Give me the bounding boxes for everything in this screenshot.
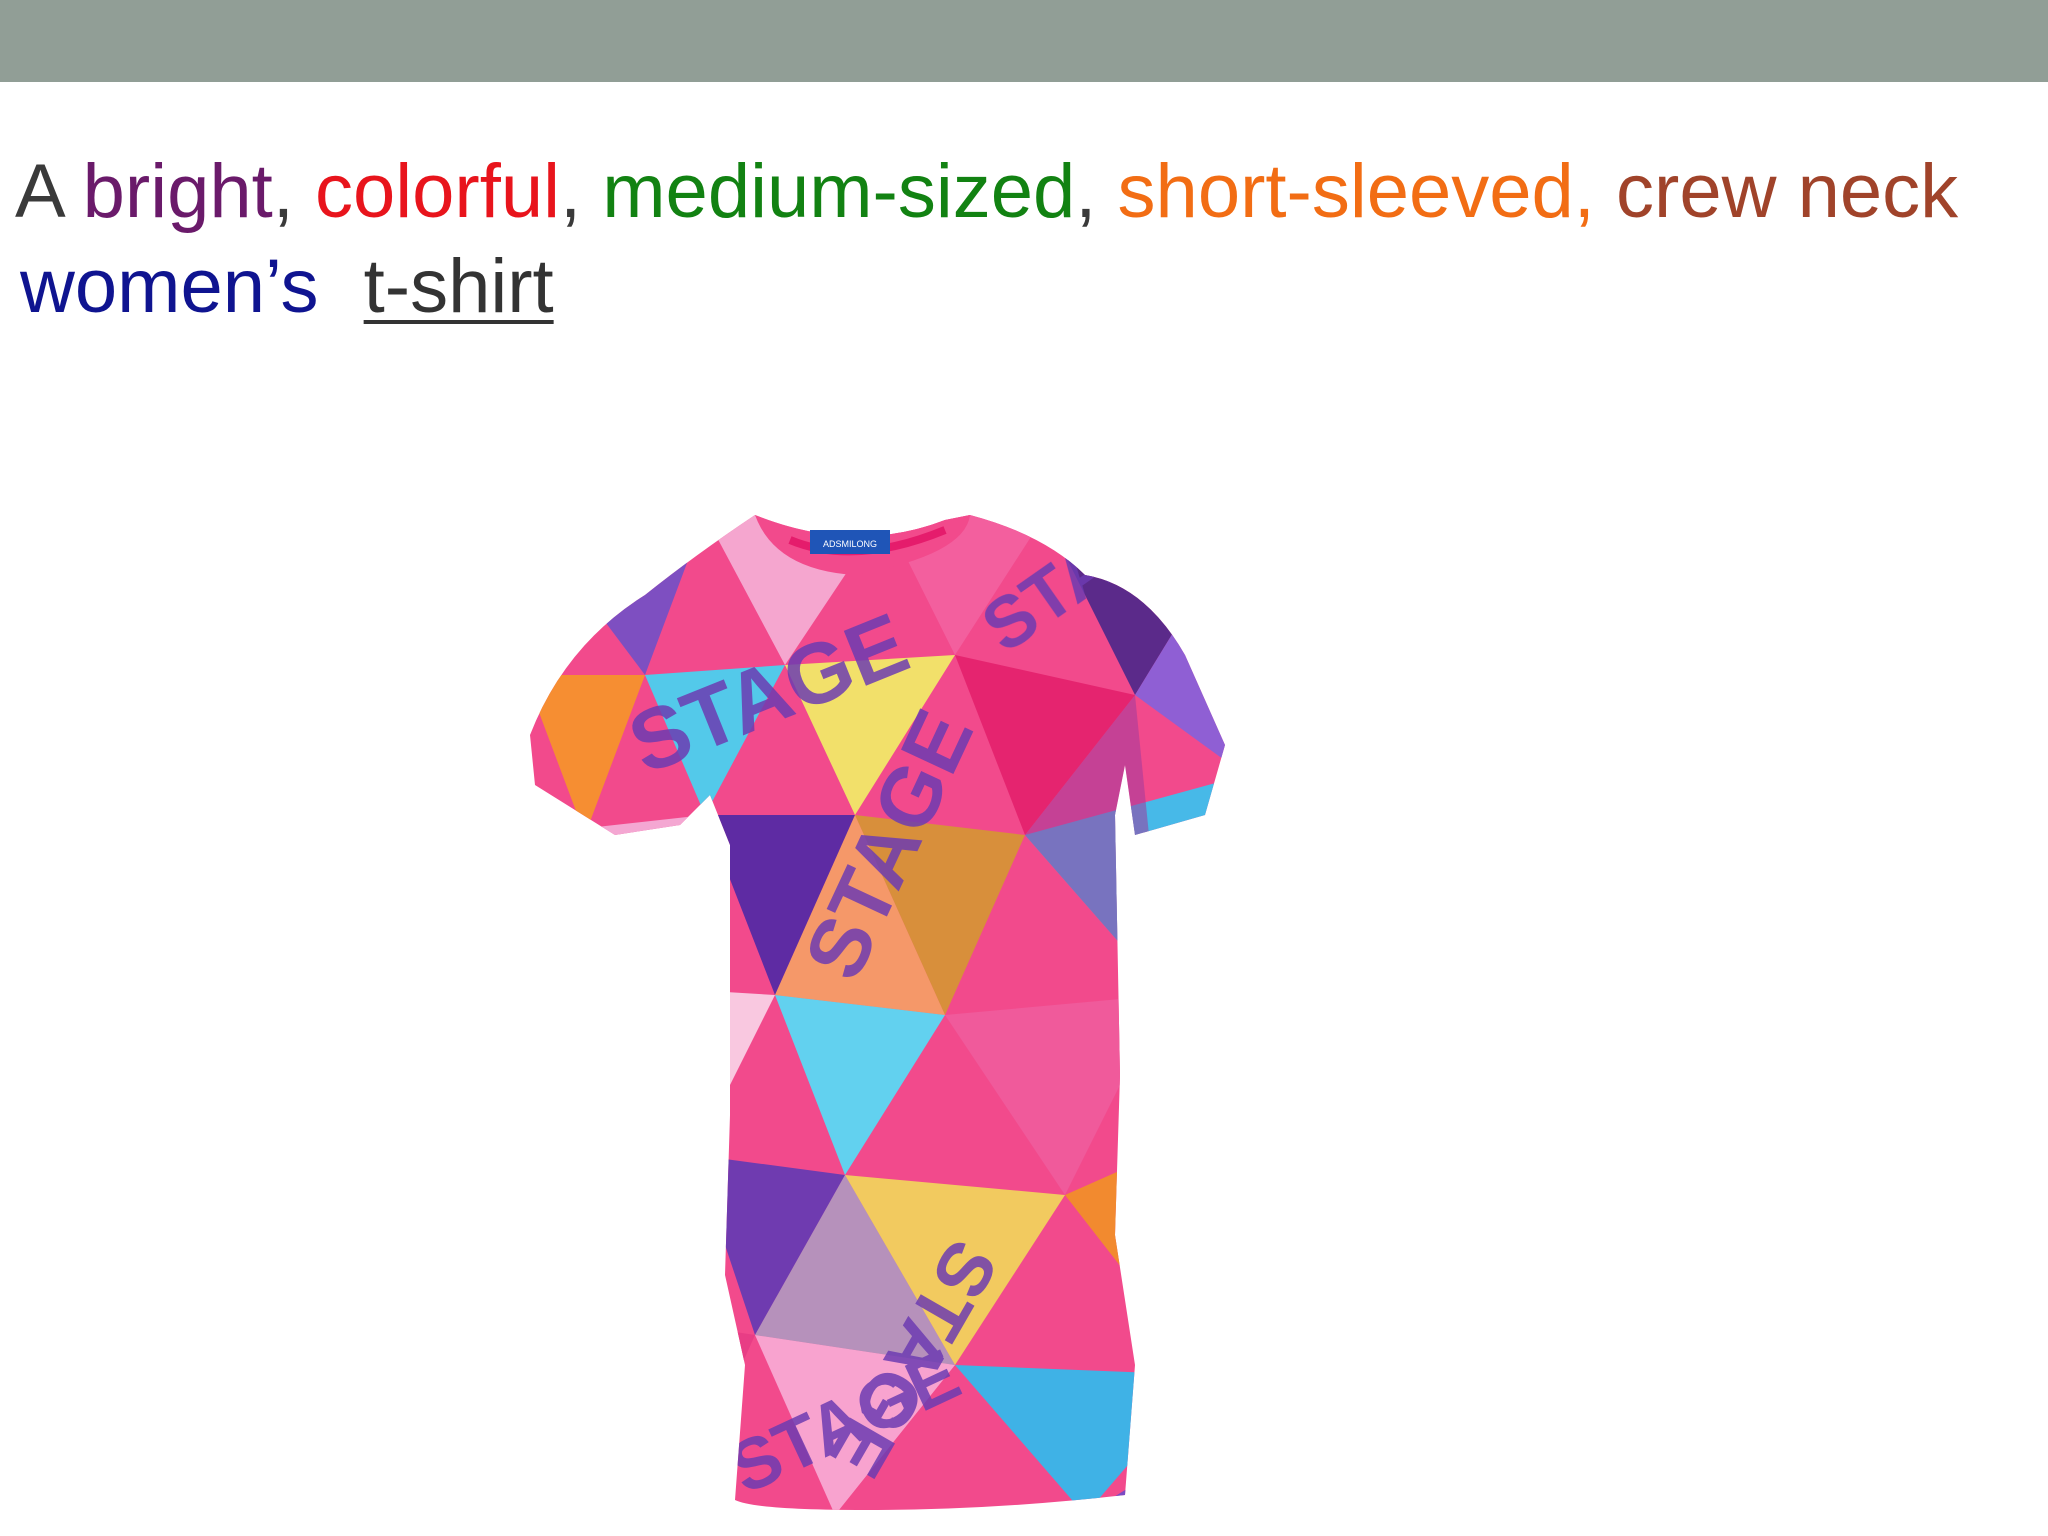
word-colorful: colorful (315, 149, 560, 234)
word-womens: women’s (20, 244, 319, 329)
comma-1: , (272, 149, 294, 234)
word-short-sleeved: short-sleeved, (1117, 149, 1595, 234)
comma-2: , (560, 149, 582, 234)
caption-line-1: A bright, colorful, medium-sized, short-… (15, 148, 1958, 236)
top-bar (0, 0, 2048, 82)
word-t-shirt: t-shirt (363, 244, 554, 329)
slide: A bright, colorful, medium-sized, short-… (0, 0, 2048, 1536)
word-medium-sized: medium-sized (602, 149, 1076, 234)
word-crew-neck: crew neck (1616, 149, 1959, 234)
shirt-pattern: STAGE STAGE STAGE STAGE STAGE (530, 515, 1225, 1510)
word-article: A (15, 149, 62, 234)
brand-tag-label: ADSMILONG (823, 539, 877, 549)
t-shirt-image: STAGE STAGE STAGE STAGE STAGE ADSMILONG (530, 515, 1225, 1510)
caption-line-2: women’s t-shirt (20, 243, 554, 331)
word-bright: bright (82, 149, 273, 234)
comma-3: , (1075, 149, 1097, 234)
